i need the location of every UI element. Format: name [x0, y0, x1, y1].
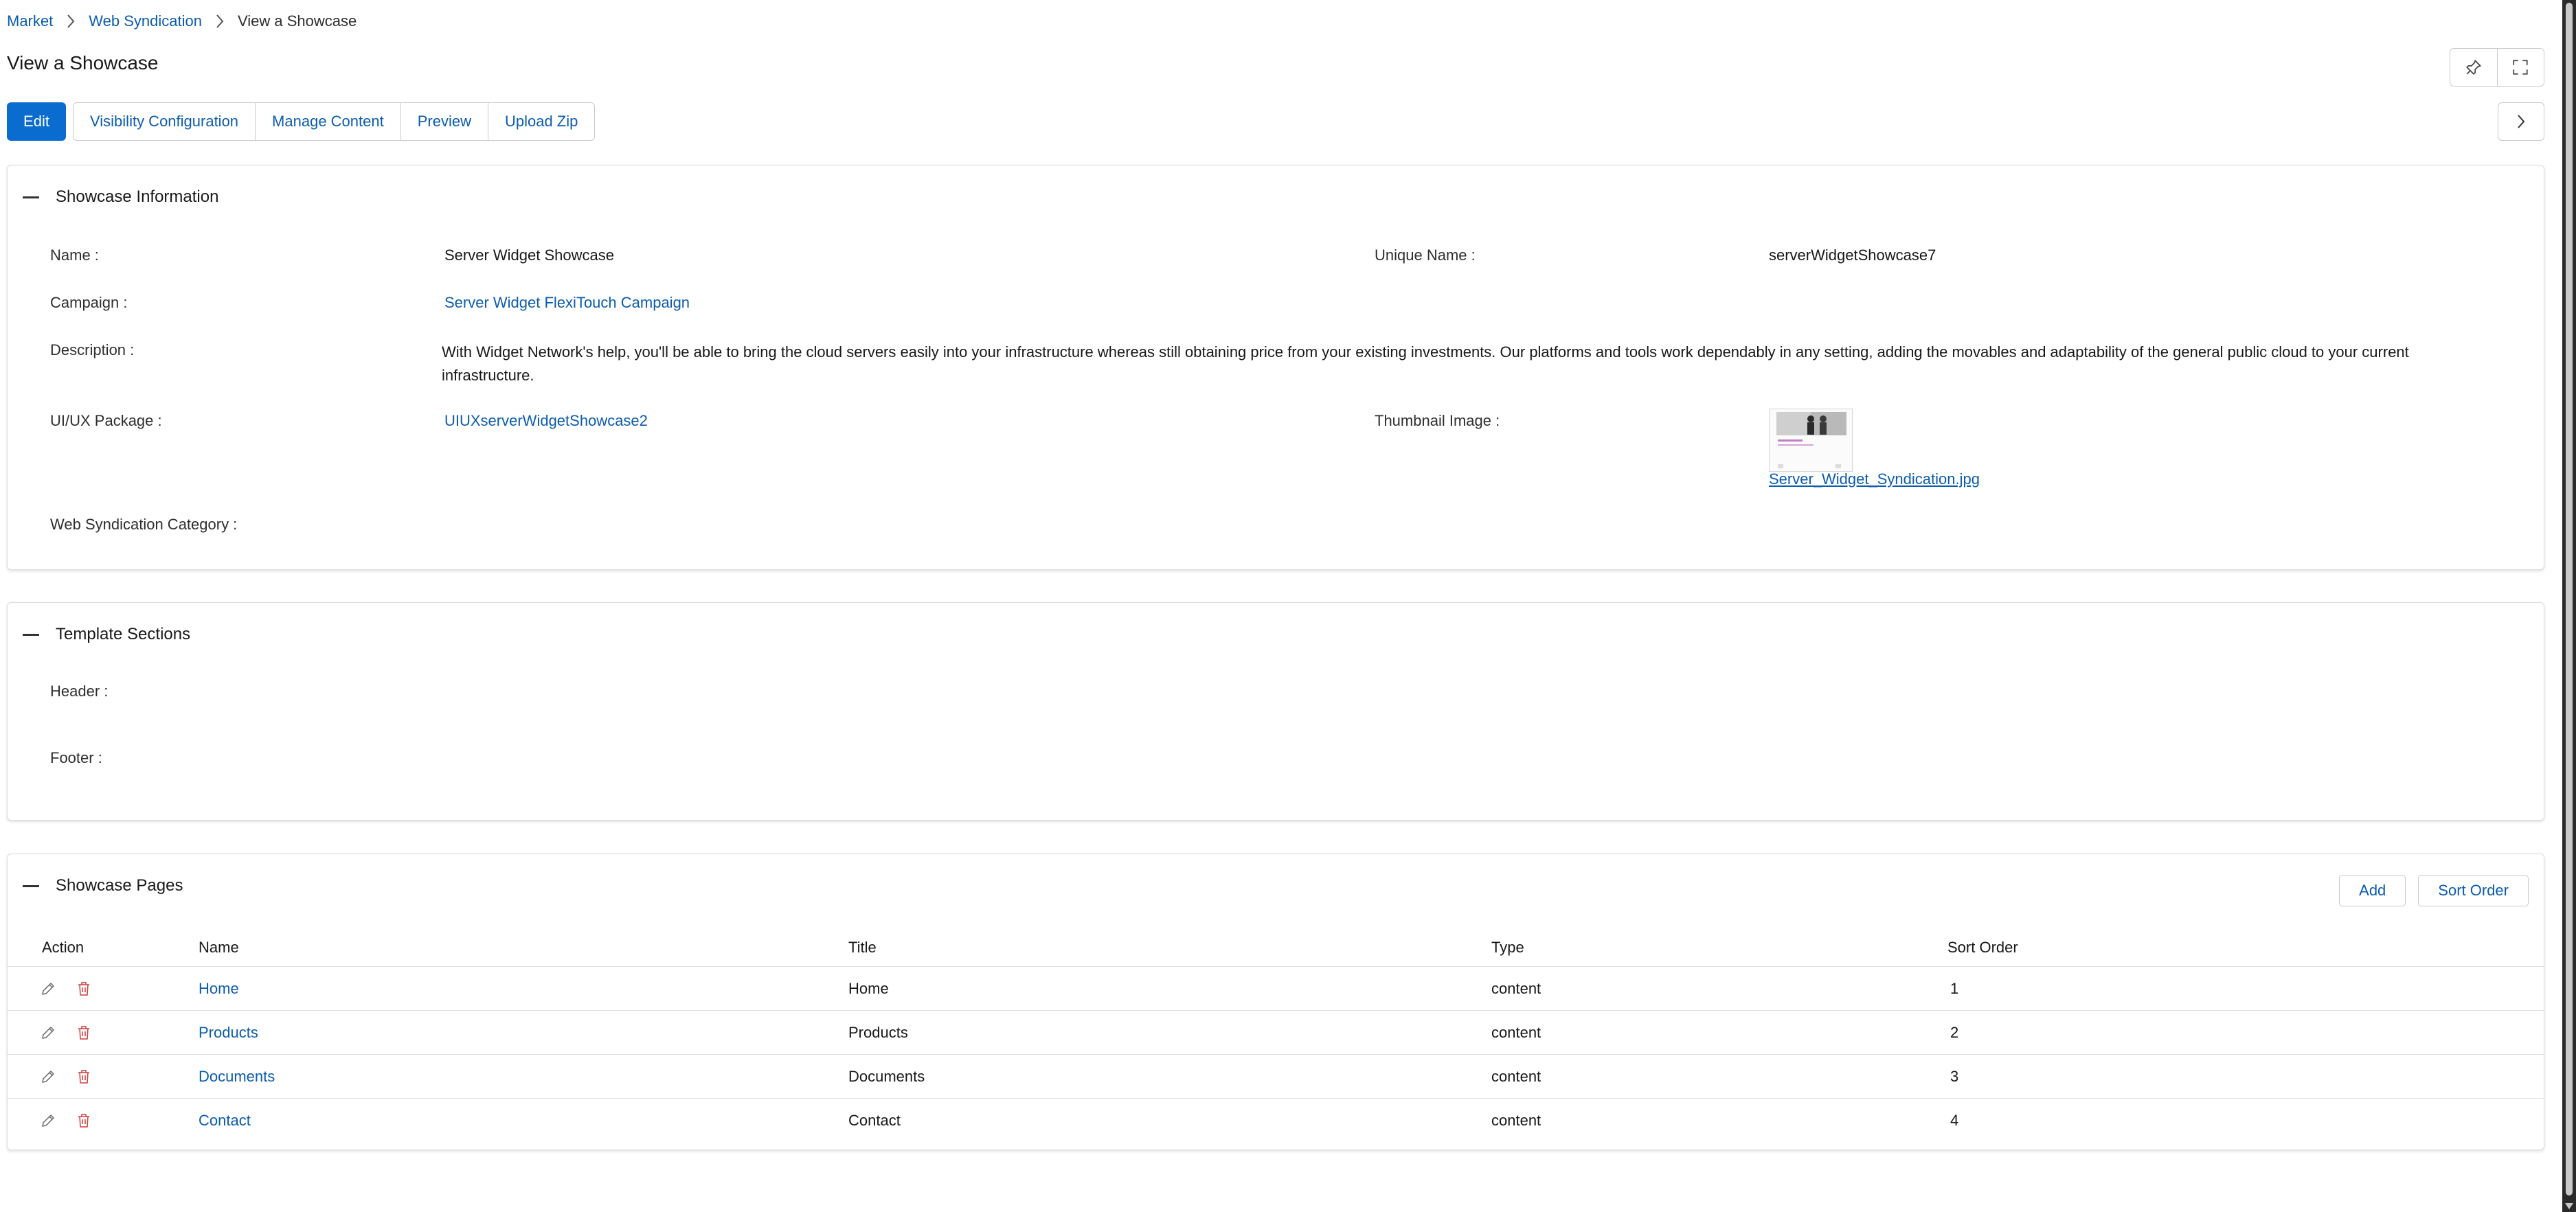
add-page-button[interactable]: Add [2339, 875, 2406, 906]
fullscreen-icon [2513, 60, 2528, 75]
breadcrumb: Market Web Syndication View a Showcase [7, 10, 357, 33]
scrollbar-thumb[interactable] [2566, 3, 2573, 1196]
web-syndication-category-label: Web Syndication Category : [50, 516, 238, 533]
table-row: Contact Contact content 4 [8, 1099, 2544, 1143]
description-label: Description : [50, 341, 135, 358]
template-sections-header[interactable]: Template Sections [8, 603, 190, 666]
scroll-down-arrow-icon[interactable] [2565, 1203, 2573, 1209]
trash-icon[interactable] [75, 1112, 93, 1130]
thumbnail-file-link[interactable]: Server_Widget_Syndication.jpg [1769, 470, 1980, 488]
action-button-group: Visibility Configuration Manage Content … [73, 102, 596, 141]
showcase-pages-header[interactable]: Showcase Pages [8, 854, 183, 917]
showcase-information-card: Showcase Information Name : Server Widge… [7, 165, 2544, 570]
pencil-icon[interactable] [39, 1068, 57, 1086]
more-actions-button[interactable] [2498, 102, 2544, 141]
collapse-icon[interactable] [23, 196, 39, 198]
table-row: Home Home content 1 [8, 967, 2544, 1011]
unique-name-value: serverWidgetShowcase7 [1769, 247, 1936, 264]
description-value: With Widget Network's help, you'll be ab… [442, 343, 2409, 384]
showcase-information-header[interactable]: Showcase Information [8, 165, 218, 229]
column-header-sort-order[interactable]: Sort Order [1947, 928, 2018, 967]
page-name-link[interactable]: Documents [199, 1055, 275, 1099]
page-title-cell: Contact [848, 1112, 901, 1129]
breadcrumb-current: View a Showcase [237, 12, 357, 30]
pages-actions: Add Sort Order [2339, 875, 2529, 906]
trash-icon[interactable] [75, 1068, 93, 1086]
chevron-right-icon [53, 10, 89, 33]
page-name-link[interactable]: Contact [199, 1099, 251, 1143]
chevron-right-icon [2518, 115, 2525, 128]
thumbnail-image-label: Thumbnail Image : [1375, 412, 1500, 429]
section-title: Template Sections [56, 625, 191, 643]
section-title: Showcase Information [56, 187, 219, 206]
column-header-type[interactable]: Type [1491, 928, 1524, 967]
page-title: View a Showcase [7, 52, 159, 73]
page-title-cell: Home [848, 980, 889, 997]
vertical-scrollbar[interactable] [2562, 0, 2576, 1212]
page-order-cell: 1 [1950, 980, 1959, 997]
table-row: Products Products content 2 [8, 1011, 2544, 1055]
section-title: Showcase Pages [56, 876, 183, 895]
uiux-package-link[interactable]: UIUXserverWidgetShowcase2 [444, 412, 648, 430]
trash-icon[interactable] [75, 980, 93, 998]
pencil-icon[interactable] [39, 1024, 57, 1042]
name-value: Server Widget Showcase [444, 247, 614, 264]
page-type-cell: content [1491, 1112, 1541, 1129]
page: Market Web Syndication View a Showcase V… [0, 0, 2576, 1212]
footer-label: Footer : [50, 749, 102, 766]
column-header-action: Action [42, 939, 84, 956]
page-order-cell: 4 [1950, 1112, 1959, 1129]
page-title-cell: Documents [848, 1068, 925, 1085]
unique-name-label: Unique Name : [1375, 247, 1476, 264]
collapse-icon[interactable] [23, 884, 39, 887]
template-sections-card: Template Sections Header : Footer : [7, 602, 2544, 821]
page-name-link[interactable]: Home [199, 967, 239, 1011]
page-type-cell: content [1491, 1024, 1541, 1041]
pin-button[interactable] [2450, 49, 2497, 86]
page-type-cell: content [1491, 1068, 1541, 1085]
page-title-cell: Products [848, 1024, 908, 1041]
chevron-right-icon [202, 10, 238, 33]
pencil-icon[interactable] [39, 980, 57, 998]
header-label: Header : [50, 683, 109, 700]
showcase-pages-card: Showcase Pages Add Sort Order Action Nam… [7, 854, 2544, 1150]
fullscreen-button[interactable] [2496, 49, 2544, 86]
header-utility-group [2450, 48, 2544, 87]
column-header-title[interactable]: Title [848, 928, 877, 967]
uiux-package-label: UI/UX Package : [50, 412, 162, 429]
page-type-cell: content [1491, 980, 1541, 997]
name-label: Name : [50, 247, 99, 264]
table-header: Action Name Title Type Sort Order [8, 928, 2544, 967]
column-header-name[interactable]: Name [199, 928, 239, 967]
thumbnail-image[interactable] [1769, 409, 1853, 472]
campaign-link[interactable]: Server Widget FlexiTouch Campaign [444, 294, 690, 312]
page-order-cell: 2 [1950, 1024, 1959, 1041]
edit-button[interactable]: Edit [7, 102, 66, 141]
upload-zip-button[interactable]: Upload Zip [487, 103, 595, 140]
collapse-icon[interactable] [23, 633, 39, 636]
breadcrumb-market[interactable]: Market [7, 12, 53, 30]
manage-content-button[interactable]: Manage Content [255, 103, 400, 140]
sort-order-button[interactable]: Sort Order [2418, 875, 2529, 906]
visibility-configuration-button[interactable]: Visibility Configuration [74, 103, 256, 140]
campaign-label: Campaign : [50, 294, 128, 311]
trash-icon[interactable] [75, 1024, 93, 1042]
page-name-link[interactable]: Products [199, 1011, 258, 1055]
table-row: Documents Documents content 3 [8, 1055, 2544, 1099]
breadcrumb-web-syndication[interactable]: Web Syndication [89, 12, 202, 30]
pin-icon [2466, 60, 2481, 75]
preview-button[interactable]: Preview [400, 103, 488, 140]
pencil-icon[interactable] [39, 1112, 57, 1130]
page-order-cell: 3 [1950, 1068, 1959, 1085]
